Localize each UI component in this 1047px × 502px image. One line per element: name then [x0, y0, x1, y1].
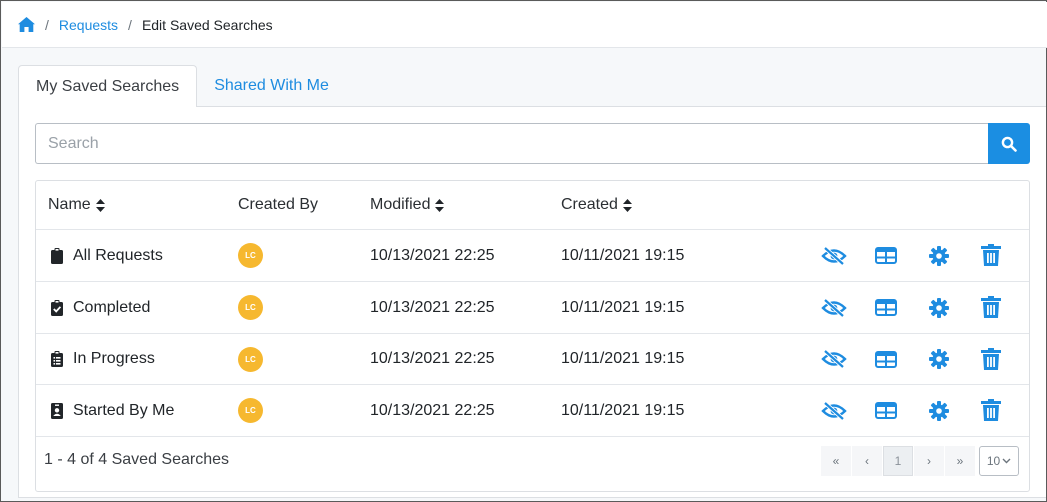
breadcrumb-separator: /	[45, 16, 49, 33]
gear-icon[interactable]	[924, 230, 954, 281]
avatar: LC	[238, 398, 263, 423]
tab-bar: My Saved Searches Shared With Me	[18, 65, 346, 107]
row-name[interactable]: Started By Me	[51, 385, 174, 436]
trash-icon[interactable]	[976, 334, 1006, 384]
tab-shared-with-me[interactable]: Shared With Me	[197, 65, 346, 107]
eye-slash-icon[interactable]	[819, 282, 849, 333]
created-cell: 10/11/2021 19:15	[561, 401, 685, 419]
saved-searches-table: Name Created By Modified Created All Req…	[35, 180, 1030, 492]
gear-icon[interactable]	[924, 282, 954, 333]
search-button[interactable]	[988, 123, 1030, 164]
clipboard-icon	[51, 247, 64, 264]
created-by-cell: LC	[238, 385, 263, 436]
breadcrumb-current: Edit Saved Searches	[141, 16, 273, 33]
breadcrumb-requests-link[interactable]: Requests	[59, 17, 118, 33]
home-icon[interactable]	[18, 17, 35, 33]
app-window: / Requests / Edit Saved Searches My Save…	[0, 0, 1047, 502]
modified-cell: 10/13/2021 22:25	[370, 298, 495, 316]
trash-icon[interactable]	[976, 282, 1006, 333]
table-columns-icon[interactable]	[871, 230, 901, 281]
page-number-button[interactable]: 1	[883, 446, 913, 476]
column-header-modified[interactable]: Modified	[370, 181, 445, 229]
tab-my-saved-searches[interactable]: My Saved Searches	[18, 65, 198, 107]
trash-icon[interactable]	[976, 385, 1006, 436]
next-page-button[interactable]: ›	[914, 446, 944, 476]
table-row: In Progress LC 10/13/2021 22:25 10/11/20…	[36, 334, 1029, 385]
trash-icon[interactable]	[976, 230, 1006, 281]
clipboard-check-icon	[51, 299, 64, 316]
created-cell: 10/11/2021 19:15	[561, 350, 685, 367]
breadcrumb-separator: /	[128, 16, 132, 33]
gear-icon[interactable]	[924, 334, 954, 384]
column-header-created[interactable]: Created	[561, 181, 632, 229]
created-by-cell: LC	[238, 230, 263, 281]
created-cell: 10/11/2021 19:15	[561, 246, 685, 264]
chevron-down-icon	[1002, 458, 1011, 464]
eye-slash-icon[interactable]	[819, 385, 849, 436]
table-columns-icon[interactable]	[871, 385, 901, 436]
prev-page-button[interactable]: ‹	[852, 446, 882, 476]
table-row: Started By Me LC 10/13/2021 22:25 10/11/…	[36, 385, 1029, 437]
sort-icon[interactable]	[435, 198, 445, 212]
modified-cell: 10/13/2021 22:25	[370, 246, 495, 264]
table-row: Completed LC 10/13/2021 22:25 10/11/2021…	[36, 282, 1029, 334]
created-cell: 10/11/2021 19:15	[561, 298, 685, 316]
table-row: All Requests LC 10/13/2021 22:25 10/11/2…	[36, 230, 1029, 282]
eye-slash-icon[interactable]	[819, 334, 849, 384]
gear-icon[interactable]	[924, 385, 954, 436]
created-by-cell: LC	[238, 334, 263, 384]
column-header-created-by: Created By	[238, 196, 319, 213]
table-columns-icon[interactable]	[871, 334, 901, 384]
results-summary: 1 - 4 of 4 Saved Searches	[44, 451, 229, 468]
sort-icon[interactable]	[95, 198, 105, 212]
created-by-cell: LC	[238, 282, 263, 333]
last-page-button[interactable]: »	[945, 446, 975, 476]
eye-slash-icon[interactable]	[819, 230, 849, 281]
column-header-name[interactable]: Name	[48, 181, 105, 229]
table-columns-icon[interactable]	[871, 282, 901, 333]
modified-cell: 10/13/2021 22:25	[370, 350, 495, 367]
avatar: LC	[238, 346, 263, 372]
tab-panel: Name Created By Modified Created	[18, 106, 1046, 498]
search-icon	[1001, 136, 1017, 152]
modified-cell: 10/13/2021 22:25	[370, 401, 495, 419]
clipboard-list-icon	[51, 351, 64, 367]
row-name[interactable]: All Requests	[51, 230, 163, 281]
id-badge-icon	[51, 402, 64, 419]
breadcrumb: / Requests / Edit Saved Searches	[2, 2, 1047, 48]
avatar: LC	[238, 243, 263, 268]
row-name[interactable]: In Progress	[51, 334, 155, 384]
pagination: « ‹ 1 › » 10	[820, 446, 1019, 476]
per-page-select[interactable]: 10	[979, 446, 1019, 476]
table-header-row: Name Created By Modified Created	[36, 181, 1029, 230]
first-page-button[interactable]: «	[821, 446, 851, 476]
search-input[interactable]	[35, 123, 988, 164]
row-name[interactable]: Completed	[51, 282, 150, 333]
search-bar	[35, 123, 1030, 164]
sort-icon[interactable]	[622, 198, 632, 212]
avatar: LC	[238, 295, 263, 320]
